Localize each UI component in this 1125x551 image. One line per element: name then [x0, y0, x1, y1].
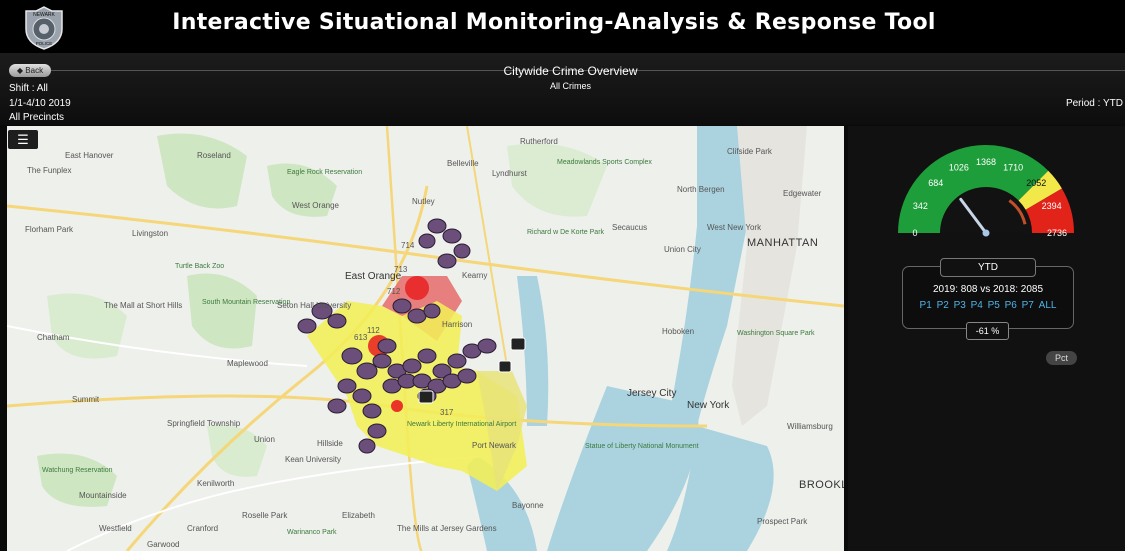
- map-label-mills-jersey-gardens: The Mills at Jersey Gardens: [397, 524, 497, 533]
- map-label-maplewood: Maplewood: [227, 359, 268, 368]
- map-label-chatham: Chatham: [37, 333, 70, 342]
- precinct-count-712: 712: [387, 287, 401, 296]
- map-label-bayonne: Bayonne: [512, 501, 544, 510]
- gauge-tick-label: 2052: [1026, 178, 1046, 188]
- map-label-turtle-back-zoo: Turtle Back Zoo: [175, 263, 224, 270]
- map-label-brooklyn: BROOKLYN: [799, 479, 844, 491]
- precinct-count-317: 317: [440, 408, 454, 417]
- gauge-tick-label: 342: [913, 201, 928, 211]
- map-label-north-bergen: North Bergen: [677, 185, 725, 194]
- period-label: Period : YTD: [1065, 98, 1123, 109]
- precinct-link-p4[interactable]: P4: [971, 300, 983, 311]
- map-label-seton-hall: Seton Hall University: [277, 301, 351, 310]
- precinct-filter: All Precincts: [9, 112, 65, 123]
- map-label-kearny: Kearny: [462, 271, 487, 280]
- precinct-link-all[interactable]: ALL: [1039, 300, 1057, 311]
- map-label-jersey-city: Jersey City: [627, 388, 676, 399]
- map-label-summit: Summit: [72, 395, 100, 404]
- precinct-link-p5[interactable]: P5: [988, 300, 1000, 311]
- gauge-tick-label: 684: [928, 178, 943, 188]
- gauge-tick-label: 2394: [1042, 201, 1062, 211]
- map-label-meadowlands: Meadowlands Sports Complex: [557, 159, 652, 166]
- gauge-tick-label: 0: [912, 228, 917, 238]
- map-label-washington-square: Washington Square Park: [737, 330, 815, 337]
- gauge-tick-label: 1710: [1003, 162, 1023, 172]
- map-label-prospect-park: Prospect Park: [757, 517, 808, 526]
- map-label-lyndhurst: Lyndhurst: [492, 169, 528, 178]
- map-canvas[interactable]: 714 713 712 112 613 317 East Hanover Ros…: [7, 126, 844, 551]
- map-label-harrison: Harrison: [442, 320, 472, 329]
- precinct-count-613: 613: [354, 333, 368, 342]
- crime-map[interactable]: 714 713 712 112 613 317 East Hanover Ros…: [7, 126, 844, 551]
- map-label-belleville: Belleville: [447, 159, 479, 168]
- map-label-eagle-rock: Eagle Rock Reservation: [287, 169, 362, 176]
- precinct-count-714: 714: [401, 241, 415, 250]
- map-label-secaucus: Secaucus: [612, 223, 647, 232]
- map-label-manhattan: MANHATTAN: [747, 237, 818, 249]
- precinct-link-p6[interactable]: P6: [1005, 300, 1017, 311]
- gauge-tick-label: 1368: [976, 157, 996, 167]
- map-label-livingston: Livingston: [132, 229, 168, 238]
- gauge-tick-label: 1026: [949, 162, 969, 172]
- map-label-hoboken: Hoboken: [662, 327, 694, 336]
- badge-text-bottom: POLICE: [36, 41, 53, 46]
- map-label-westfield: Westfield: [99, 524, 132, 533]
- map-label-roseland: Roseland: [197, 151, 231, 160]
- map-label-hillside: Hillside: [317, 439, 343, 448]
- map-menu-button[interactable]: ☰: [8, 130, 38, 149]
- map-label-garwood: Garwood: [147, 540, 179, 549]
- date-range: 1/1-4/10 2019: [9, 98, 71, 109]
- crime-gauge: 0 342 684 1026 1368 17102052 2394 2736: [898, 145, 1074, 238]
- map-label-springfield: Springfield Township: [167, 419, 241, 428]
- precinct-link-p7[interactable]: P7: [1022, 300, 1034, 311]
- map-label-nutley: Nutley: [412, 197, 435, 206]
- map-label-east-hanover: East Hanover: [65, 151, 114, 160]
- gauge-hub: [982, 229, 990, 237]
- pct-change-badge: -61 %: [966, 322, 1009, 340]
- map-label-west-orange: West Orange: [292, 201, 340, 210]
- map-label-warinanco: Warinanco Park: [287, 529, 337, 536]
- map-label-mountainside: Mountainside: [79, 491, 127, 500]
- map-label-edgewater: Edgewater: [783, 189, 822, 198]
- precinct-link-p3[interactable]: P3: [954, 300, 966, 311]
- precinct-count-112: 112: [367, 326, 380, 335]
- map-label-statue-liberty: Statue of Liberty National Monument: [585, 443, 699, 450]
- map-label-cranford: Cranford: [187, 524, 218, 533]
- map-label-funplex: The Funplex: [27, 166, 71, 175]
- map-label-kean: Kean University: [285, 455, 341, 464]
- map-label-new-york: New York: [687, 400, 730, 411]
- map-label-kenilworth: Kenilworth: [197, 479, 234, 488]
- map-label-union-city: Union City: [664, 245, 701, 254]
- map-label-roselle-park: Roselle Park: [242, 511, 288, 520]
- map-label-clifside-park: Clifside Park: [727, 147, 773, 156]
- map-label-elizabeth: Elizabeth: [342, 511, 375, 520]
- gauge-tick-label: 2736: [1047, 228, 1067, 238]
- map-label-mall-short-hills: The Mall at Short Hills: [104, 301, 182, 310]
- view-title: Citywide Crime Overview: [503, 64, 638, 78]
- map-label-west-new-york: West New York: [707, 223, 762, 232]
- app-title: Interactive Situational Monitoring-Analy…: [172, 10, 936, 35]
- map-label-port-newark: Port Newark: [472, 441, 517, 450]
- map-label-union: Union: [254, 435, 275, 444]
- year-comparison: 2019: 808 vs 2018: 2085: [932, 284, 1044, 295]
- map-label-newark-airport: Newark Liberty International Airport: [407, 421, 516, 428]
- map-label-watchung: Watchung Reservation: [42, 467, 113, 474]
- map-label-williamsburg: Williamsburg: [787, 422, 833, 431]
- map-label-florham-park: Florham Park: [25, 225, 74, 234]
- map-label-rutherford: Rutherford: [520, 137, 558, 146]
- pct-button[interactable]: Pct: [1046, 351, 1077, 365]
- precinct-links: P1 P2 P3 P4 P5 P6 P7 ALL: [902, 300, 1074, 311]
- precinct-link-p1[interactable]: P1: [920, 300, 932, 311]
- view-subtitle: All Crimes: [549, 81, 591, 91]
- map-label-east-orange: East Orange: [345, 271, 402, 282]
- shift-filter: Shift : All: [9, 83, 48, 94]
- period-badge: YTD: [940, 258, 1036, 277]
- map-label-richard-dekorte: Richard w De Korte Park: [527, 229, 605, 236]
- precinct-link-p2[interactable]: P2: [937, 300, 949, 311]
